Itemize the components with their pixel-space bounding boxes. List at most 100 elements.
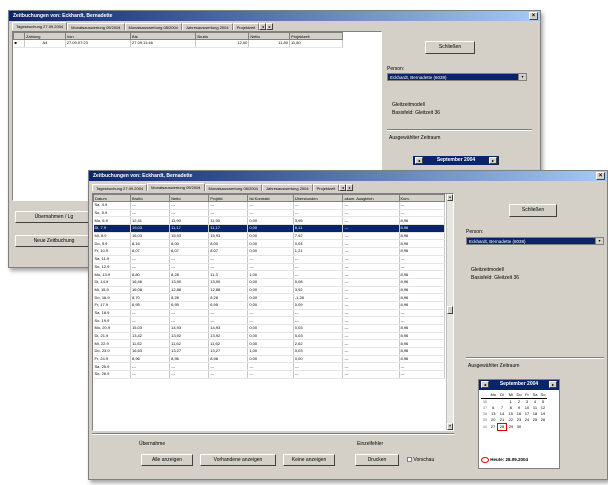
vorschau-option[interactable]: Vorschau [407, 457, 434, 463]
cal-day[interactable]: 21 [498, 417, 507, 424]
table-row[interactable]: Mi, 22.9 11,52 11,62 11,62 0,00 2,62 --- 8,96 [93, 339, 445, 349]
table-row[interactable]: Do, 16.9 8,70 8,28 8,28 0,00 -1,28 --- 8,96 [93, 293, 445, 302]
back-tab-monat-09[interactable]: Monatsauswertung 09/2004 [67, 23, 125, 30]
back-col-von[interactable]: Von [64, 32, 132, 40]
cal-day[interactable] [531, 424, 539, 431]
table-row[interactable]: Mi, 8.9 16,03 15,93 15,93 0,00 7,92 --- 8,96 [93, 232, 445, 241]
today-row[interactable]: Heute: 28.09.2004 [481, 457, 528, 463]
cal-day[interactable] [539, 424, 547, 431]
back-col-0[interactable] [12, 32, 26, 40]
back-tab-jahr[interactable]: Jahresauswertung 2004 [181, 23, 233, 30]
table-cell: --- [208, 370, 249, 379]
front-tab-monat-09[interactable]: Monatsauswertung 09/2004 [147, 183, 205, 191]
table-row[interactable]: Fr, 17.9 6,95 6,95 6,95 0,00 0,09 --- 8,96 [93, 301, 445, 310]
cal-day[interactable]: 27 [489, 424, 498, 431]
table-row[interactable]: Sa, 11.9 --- --- --- --- --- --- --- [93, 255, 445, 264]
cal-day[interactable] [523, 424, 531, 431]
col-netto[interactable]: Netto [169, 194, 210, 202]
alle-anzeigen-button[interactable]: Alle anzeigen [141, 454, 193, 466]
table-row[interactable]: Mi, 15.9 16,08 12,88 12,88 0,00 3,92 --- 8,96 [93, 286, 445, 295]
table-row[interactable]: ■ A4 27.09.07:23 27.09.11:46 12,00 11,80… [13, 39, 344, 48]
scroll-up-icon[interactable]: ▲ [447, 194, 453, 201]
table-row[interactable]: So, 12.9 --- --- --- --- --- --- --- [93, 263, 445, 272]
front-tab-monat-08[interactable]: Monatsauswertung 08/2004 [204, 184, 262, 191]
back-tab-monat-08[interactable]: Monatsauswertung 08/2004 [124, 23, 182, 30]
col-ist-kontrakt[interactable]: Ist Kontrakt [247, 194, 294, 202]
cal-day[interactable]: 29 [507, 424, 516, 431]
back-col-bis[interactable]: Bis [130, 32, 197, 40]
front-right-divider [466, 357, 604, 359]
table-cell: --- [342, 347, 400, 356]
scroll-thumb[interactable] [447, 306, 453, 314]
table-cell: --- [247, 201, 294, 210]
col-datum[interactable]: Datum [93, 194, 131, 202]
table-cell: 13,90 [169, 278, 210, 287]
table-row[interactable]: Di, 7.9 19,03 11,17 11,17 0,00 8,11 --- 8,96 [93, 224, 445, 233]
table-row[interactable]: Di, 21.9 13,42 13,92 13,92 0,00 5,03 --- 8,96 [93, 332, 445, 341]
back-close-icon[interactable]: × [529, 12, 538, 20]
back-schliessen-button[interactable]: Schließen [425, 41, 475, 54]
back-cal-next-icon[interactable]: ▸ [489, 157, 497, 164]
back-col-projektzeit[interactable]: Projektzeit [288, 32, 344, 40]
back-col-netto[interactable]: Netto [248, 32, 290, 40]
vorhandene-anzeigen-button[interactable]: Vorhandene anzeigen [200, 454, 276, 466]
front-schliessen-button[interactable]: Schließen [509, 204, 557, 217]
scroll-down-icon[interactable]: ▼ [447, 423, 453, 430]
front-tab-jahr[interactable]: Jahresauswertung 2004 [261, 184, 313, 191]
back-tab-projektzeit[interactable]: Projektzeit [232, 23, 260, 30]
table-row[interactable]: Mo, 6.9 12,41 11,90 11,90 0,00 3,95 --- 8,96 [93, 216, 445, 226]
back-cal-prev-icon[interactable]: ◂ [415, 157, 423, 164]
front-table-scrollbar[interactable]: ▲ ▼ [446, 194, 453, 430]
col-ausgleich[interactable]: akum. Ausgleich [342, 194, 400, 202]
col-projekt[interactable]: Projekt [208, 194, 249, 202]
table-row[interactable]: So, 19.9 --- --- --- --- --- --- --- [93, 316, 445, 325]
table-cell: --- [208, 209, 249, 218]
front-window-title: Zeitbuchungen von: Eckhardt, Bernadette [89, 171, 607, 181]
back-left-button-2[interactable]: Neue Zeitbuchung [15, 235, 93, 247]
table-cell: --- [342, 286, 400, 295]
table-row[interactable]: Fr, 24.9 8,96 8,96 8,96 0,00 0,00 --- 8,96 [93, 355, 445, 364]
table-row[interactable]: Mo, 20.9 15,03 14,93 14,93 0,00 0,03 --- 8,96 [93, 324, 445, 333]
vorschau-checkbox[interactable] [407, 457, 412, 463]
chevron-down-icon[interactable]: ▾ [595, 238, 603, 244]
table-row[interactable]: Mo, 13.9 8,80 8,28 11,3 1,00 --- --- 8,96 [93, 270, 445, 279]
col-ueberstunden[interactable]: Überstunden [292, 194, 344, 202]
col-kom[interactable]: Kom. [398, 194, 445, 202]
table-cell: 0,00 [247, 339, 294, 349]
table-cell: 0,00 [247, 301, 294, 310]
front-tab-right-icon[interactable]: ▸ [346, 184, 354, 191]
table-cell: --- [169, 362, 210, 372]
back-tab-left-icon[interactable]: ◂ [259, 23, 267, 30]
back-tab-right-icon[interactable]: ▸ [266, 23, 274, 30]
table-row[interactable]: Sa, 4.9 --- --- --- --- --- --- --- [93, 201, 445, 210]
table-row[interactable]: Sa, 25.9 --- --- --- --- --- --- --- [93, 362, 445, 372]
back-person-select[interactable]: Eckhardt, Bernadette (6038) ▾ [387, 73, 527, 81]
cal-day[interactable]: 30 [515, 424, 523, 431]
front-tab-left-icon[interactable]: ◂ [339, 184, 347, 191]
table-cell: Do, 9.9 [93, 239, 131, 249]
drucken-button[interactable]: Drucken [355, 454, 399, 466]
front-person-select[interactable]: Eckhardt, Bernadette (6038) ▾ [466, 237, 604, 245]
front-close-icon[interactable]: × [596, 172, 605, 180]
cal-day[interactable]: 28 [497, 423, 507, 431]
front-tab-tagesbuchung[interactable]: Tagesbuchung 27.09.2004 [92, 184, 148, 191]
table-row[interactable]: Do, 9.9 8,16 8,00 8,00 0,00 0,04 --- 8,96 [93, 239, 445, 249]
keine-anzeigen-button[interactable]: Keine anzeigen [283, 454, 335, 466]
back-col-brutto[interactable]: Brutto [195, 32, 250, 40]
cal-prev-icon[interactable]: ◂ [481, 381, 489, 388]
back-col-zahlung[interactable]: Zahlung [24, 32, 66, 40]
table-row[interactable]: Sa, 18.9 --- --- --- --- --- --- --- [93, 309, 445, 318]
table-row[interactable]: Do, 23.9 16,63 13,27 13,27 1,00 0,03 --- 8,96 [93, 347, 445, 356]
back-left-button-1[interactable]: Übernahmen / Lg [15, 211, 93, 223]
table-cell: 8,28 [169, 270, 210, 279]
cal-next-icon[interactable]: ▸ [549, 381, 557, 388]
back-tab-tagesbuchung[interactable]: Tagesbuchung 27.09.2004 [12, 22, 68, 30]
front-tab-projektzeit[interactable]: Projektzeit [312, 184, 340, 191]
chevron-down-icon[interactable]: ▾ [518, 74, 526, 80]
table-row[interactable]: Fr, 10.9 8,07 8,07 8,07 0,00 1,21 --- 8,96 [93, 247, 445, 256]
back-window-title: Zeitbuchungen von: Eckhardt, Bernadette [9, 11, 540, 21]
table-row[interactable]: So, 5.9 --- --- --- --- --- --- --- [93, 209, 445, 218]
table-row[interactable]: So, 26.9 --- --- --- --- --- --- --- [93, 370, 445, 379]
col-brutto[interactable]: Brutto [129, 194, 171, 202]
table-row[interactable]: Di, 14.9 16,46 13,90 13,90 0,00 5,08 --- 8,96 [93, 278, 445, 287]
